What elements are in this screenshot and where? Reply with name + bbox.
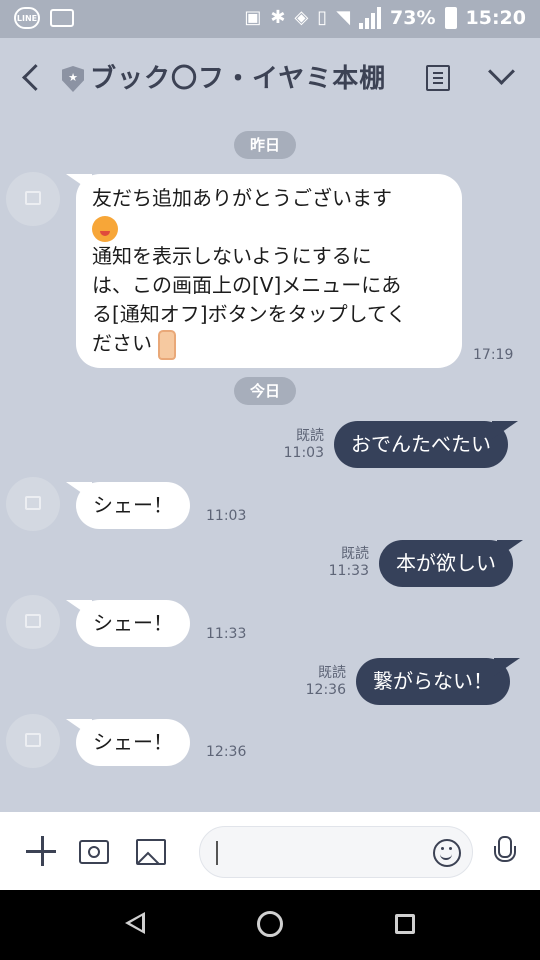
microphone-icon[interactable] — [494, 836, 516, 872]
message-time: 12:36 — [206, 744, 247, 760]
date-separator-yesterday: 昨日 — [234, 131, 297, 159]
message-line: は、この画面上の[V]メニューにあ — [92, 273, 402, 297]
note-icon[interactable] — [426, 65, 450, 91]
text-caret — [216, 841, 218, 865]
thumbs-up-icon — [158, 329, 177, 360]
message-time: 11:33 — [206, 626, 247, 642]
message-emoji — [92, 213, 446, 242]
message-bubble-incoming[interactable]: シェー！ — [76, 482, 190, 529]
menu-chevron-down-icon[interactable] — [486, 58, 516, 88]
camera-icon[interactable] — [79, 840, 109, 864]
grinning-face-icon — [92, 215, 118, 242]
back-icon[interactable] — [18, 60, 48, 96]
message-bubble-incoming[interactable]: シェー！ — [76, 719, 190, 766]
image-placeholder-icon — [25, 733, 41, 747]
message-meta: 既読 12:36 — [302, 665, 346, 699]
read-receipt: 既読 — [318, 665, 346, 681]
bluetooth-icon: ✱ — [270, 7, 286, 28]
avatar[interactable] — [6, 714, 60, 768]
message-meta: 既読 11:33 — [325, 546, 369, 580]
avatar[interactable] — [6, 172, 60, 226]
message-time: 17:19 — [473, 347, 514, 363]
image-icon[interactable] — [136, 839, 166, 865]
voicemail-icon: ▣ — [244, 7, 262, 28]
status-bar: LINE ▣ ✱ ◈ ▯ ◥ 73% 15:20 — [0, 0, 540, 38]
avatar[interactable] — [6, 477, 60, 531]
status-left: LINE — [14, 7, 74, 29]
status-right: ▣ ✱ ◈ ▯ ◥ 73% 15:20 — [244, 6, 526, 30]
signal-icon — [359, 7, 382, 29]
message-line: 通知を表示しないようにするに — [92, 244, 372, 268]
message-time: 11:33 — [328, 563, 369, 579]
read-receipt: 既読 — [341, 546, 369, 562]
date-separator-today: 今日 — [234, 377, 297, 405]
keyboard-icon — [50, 9, 74, 27]
nav-recent-apps-icon[interactable] — [395, 914, 415, 934]
line-app-icon: LINE — [14, 7, 40, 29]
message-time: 11:03 — [283, 445, 324, 461]
chat-title: ブック〇フ・イヤミ本棚 — [90, 64, 387, 94]
battery-icon — [444, 7, 457, 29]
avatar[interactable] — [6, 595, 60, 649]
nfc-icon: ◈ — [294, 7, 309, 28]
message-line-last: ださい — [92, 329, 446, 360]
message-time: 12:36 — [305, 682, 346, 698]
message-time: 11:03 — [206, 508, 247, 524]
wifi-icon: ◥ — [336, 7, 351, 28]
message-line: ださい — [92, 331, 152, 355]
chat-header: ★ ブック〇フ・イヤミ本棚 — [0, 38, 540, 118]
plus-icon[interactable] — [26, 836, 58, 868]
image-placeholder-icon — [25, 614, 41, 628]
read-receipt: 既読 — [296, 428, 324, 444]
official-account-shield-icon: ★ — [62, 66, 84, 92]
battery-percent: 73% — [390, 7, 436, 29]
message-bubble-outgoing[interactable]: 繋がらない！ — [356, 658, 510, 705]
clock: 15:20 — [465, 7, 526, 29]
image-placeholder-icon — [25, 496, 41, 510]
nav-back-icon[interactable] — [125, 912, 145, 934]
message-input[interactable] — [199, 826, 473, 878]
message-line: 友だち追加ありがとうございます — [92, 186, 392, 210]
vibrate-icon: ▯ — [317, 7, 328, 28]
message-line: る[通知オフ]ボタンをタップしてく — [92, 302, 407, 326]
message-meta: 既読 11:03 — [280, 428, 324, 462]
input-bar — [0, 812, 540, 890]
message-bubble-incoming[interactable]: シェー！ — [76, 600, 190, 647]
nav-home-icon[interactable] — [257, 911, 283, 937]
system-nav-bar — [0, 890, 540, 960]
emoji-icon[interactable] — [433, 839, 461, 867]
message-bubble-outgoing[interactable]: おでんたべたい — [334, 421, 508, 468]
chat-area[interactable]: 昨日 友だち追加ありがとうございます 通知を表示しないようにするに は、この画面… — [0, 118, 540, 812]
image-placeholder-icon — [25, 191, 41, 205]
message-bubble-outgoing[interactable]: 本が欲しい — [379, 540, 513, 587]
message-bubble-incoming[interactable]: 友だち追加ありがとうございます 通知を表示しないようにするに は、この画面上の[… — [76, 174, 462, 368]
